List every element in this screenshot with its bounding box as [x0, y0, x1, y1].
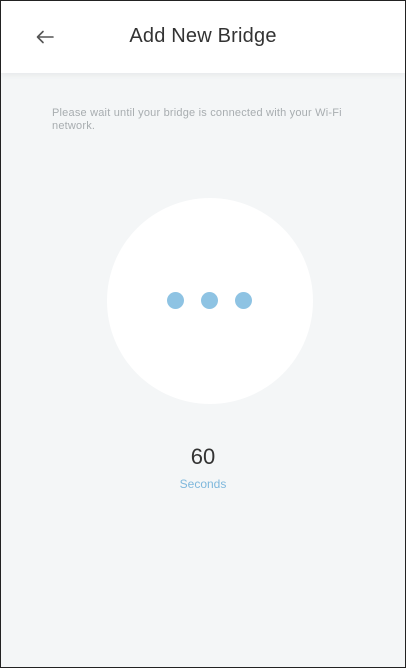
countdown-unit: Seconds — [179, 477, 227, 491]
app-screen: Add New Bridge Please wait until your br… — [0, 0, 406, 668]
loading-dot-icon — [167, 292, 184, 309]
app-header: Add New Bridge — [1, 1, 405, 73]
countdown-value: 60 — [190, 444, 216, 469]
loading-dot-icon — [201, 292, 218, 309]
page-title: Add New Bridge — [129, 25, 277, 47]
connection-instruction-text: Please wait until your bridge is connect… — [52, 107, 342, 132]
loading-dot-icon — [235, 292, 252, 309]
loading-indicator — [107, 198, 313, 404]
